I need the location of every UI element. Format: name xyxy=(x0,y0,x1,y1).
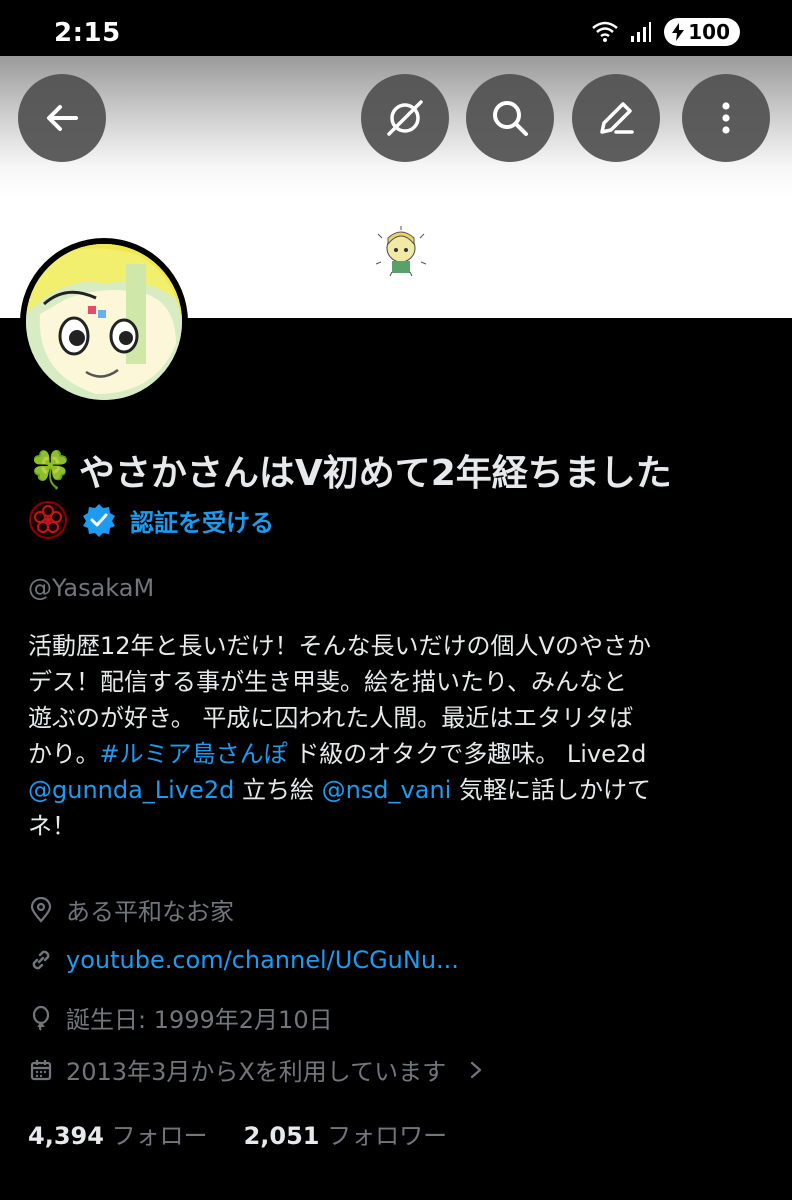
bio-text: ド級のオタクで多趣味。 Live2d xyxy=(287,740,647,768)
arrow-left-icon xyxy=(47,105,78,131)
website-link[interactable]: youtube.com/channel/UCGuNu... xyxy=(66,946,459,974)
balloon-icon xyxy=(32,1005,50,1031)
clover-emoji: 🍀 xyxy=(28,450,73,491)
joined-text: 2013年3月からXを利用しています xyxy=(66,1058,447,1086)
location-pin-icon xyxy=(30,896,52,923)
calendar-icon xyxy=(30,1059,52,1080)
banner-character-sketch xyxy=(375,226,427,277)
pencil-icon xyxy=(600,102,634,134)
status-icons: 100 xyxy=(592,18,740,46)
search-button[interactable] xyxy=(466,74,554,162)
bio-line: ネ！ xyxy=(28,812,76,840)
bio-line: 活動歴12年と長いだけ！そんな長いだけの個人Vのやさか xyxy=(28,632,651,660)
follow-stats: 4,394 フォロー 2,051 フォロワー xyxy=(28,1116,447,1151)
affiliate-badge-icon[interactable] xyxy=(28,500,68,540)
birthday-text: 誕生日: 1999年2月10日 xyxy=(66,1006,333,1034)
link-icon xyxy=(32,950,50,970)
back-button[interactable] xyxy=(18,74,106,162)
bio-text: 気軽に話しかけて xyxy=(451,776,651,804)
following-link[interactable]: 4,394 フォロー xyxy=(28,1116,208,1151)
user-handle: @YasakaM xyxy=(28,574,155,602)
battery-level: 100 xyxy=(688,20,730,44)
display-name: 🍀 やさかさんはV初めて2年経ちました xyxy=(28,444,672,496)
bio-line: @gunnda_Live2d 立ち絵 @nsd_vani 気軽に話しかけて xyxy=(28,772,768,808)
grok-icon xyxy=(387,100,423,136)
signal-icon xyxy=(631,22,652,42)
display-name-text: やさかさんはV初めて2年経ちました xyxy=(78,453,672,494)
following-count: 4,394 xyxy=(28,1122,104,1150)
bio-text: かり。 xyxy=(28,740,100,768)
mention-link[interactable]: @nsd_vani xyxy=(322,776,452,804)
location-row: ある平和なお家 xyxy=(28,892,234,927)
bio-text: 立ち絵 xyxy=(234,776,322,804)
profile-avatar[interactable] xyxy=(20,238,188,406)
followers-count: 2,051 xyxy=(243,1122,320,1150)
mention-link[interactable]: @gunnda_Live2d xyxy=(28,776,234,804)
status-bar: 2:15 100 xyxy=(0,0,792,56)
followers-link[interactable]: 2,051 フォロワー xyxy=(244,1116,448,1151)
wifi-icon xyxy=(592,21,619,42)
battery-indicator: 100 xyxy=(664,18,740,46)
avatar-character-image xyxy=(26,244,182,400)
profile-bio: 活動歴12年と長いだけ！そんな長いだけの個人Vのやさか デス！配信する事が生き甲… xyxy=(28,628,768,844)
more-options-button[interactable] xyxy=(682,74,770,162)
bio-line: かり。#ルミア島さんぽ ド級のオタクで多趣味。 Live2d xyxy=(28,736,768,772)
website-row: youtube.com/channel/UCGuNu... xyxy=(28,946,459,974)
hashtag-link[interactable]: #ルミア島さんぽ xyxy=(100,740,288,768)
badge-row: 認証を受ける xyxy=(28,500,274,540)
location-text: ある平和なお家 xyxy=(66,898,234,926)
status-time: 2:15 xyxy=(54,18,121,48)
more-vertical-icon xyxy=(722,102,730,134)
chevron-right-icon xyxy=(470,1061,482,1078)
bio-line: 遊ぶのが好き。 平成に囚われた人間。最近はエタリタば xyxy=(28,704,634,732)
charging-bolt-icon xyxy=(672,23,685,41)
bio-line: デス！配信する事が生き甲斐。絵を描いたり、みんなと xyxy=(28,668,628,696)
edit-button[interactable] xyxy=(572,74,660,162)
grok-button[interactable] xyxy=(361,74,449,162)
joined-row[interactable]: 2013年3月からXを利用しています xyxy=(28,1052,486,1087)
verified-badge-icon xyxy=(83,504,115,537)
search-icon xyxy=(493,101,528,136)
following-label: フォロー xyxy=(111,1122,208,1150)
followers-label: フォロワー xyxy=(327,1122,448,1150)
birthday-row: 誕生日: 1999年2月10日 xyxy=(28,1000,333,1035)
get-verified-link[interactable]: 認証を受ける xyxy=(130,503,274,538)
